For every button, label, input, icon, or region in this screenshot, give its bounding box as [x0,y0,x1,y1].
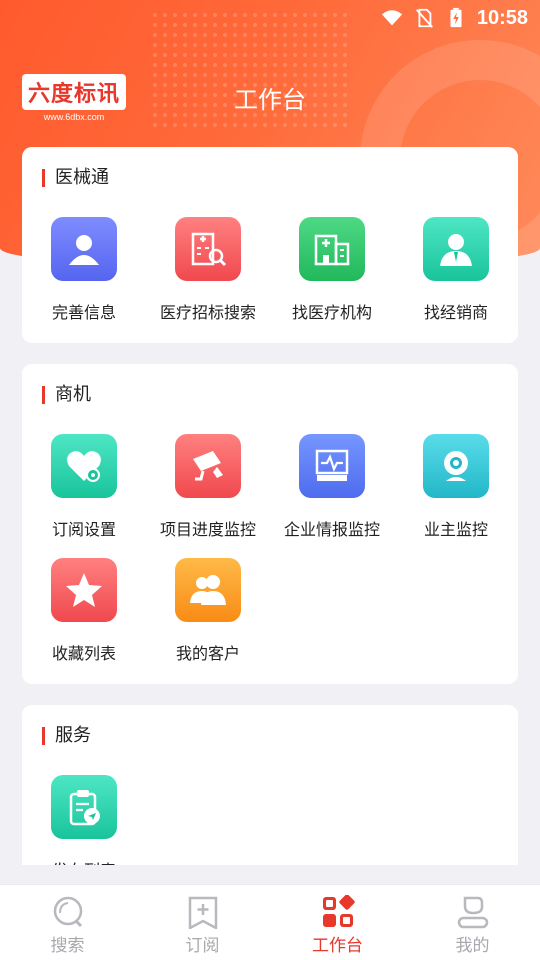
star-icon [66,573,102,607]
heart-settings-icon [67,451,101,482]
page-title: 工作台 [234,86,306,114]
menu-item-find-distributor[interactable]: 找经销商 [394,217,518,337]
section-title: 商机 [42,386,91,404]
menu-item-label: 我的客户 [175,644,240,663]
nav-label: 我的 [455,936,490,956]
no-sim-icon [415,8,433,28]
wifi-icon [381,10,402,26]
cctv-camera-icon [193,451,223,481]
menu-item-my-customers[interactable]: 我的客户 [146,558,270,678]
status-bar: 10:58 [0,0,540,36]
menu-item-label: 发布列表 [22,857,146,865]
menu-item-label: 项目进度监控 [159,520,256,539]
menu-item-label: 医疗招标搜索 [159,303,256,322]
menu-item-label: 收藏列表 [51,644,116,663]
monitor-pulse-icon [315,449,349,481]
webcam-icon [444,451,468,481]
customers-icon [190,575,226,605]
menu-item-label: 企业情报监控 [283,520,380,539]
menu-item-label: 业主监控 [423,520,488,539]
clipboard-send-icon [69,790,100,826]
menu-item-publish-list[interactable]: 发布列表 [22,775,146,865]
menu-item-subscription-settings[interactable]: 订阅设置 [22,434,146,554]
hospital-icon [314,234,350,266]
menu-item-favorites-list[interactable]: 收藏列表 [22,558,146,678]
menu-item-owner-monitor[interactable]: 业主监控 [394,434,518,554]
nav-tab-profile[interactable]: 我的 [405,885,540,960]
app-header: 六度标讯 www.6dbx.com 工作台 [0,62,540,130]
section-card-service: 服务 发布列表 [22,705,518,865]
menu-item-complete-info[interactable]: 完善信息 [22,217,146,337]
search-icon [53,896,82,928]
nav-label: 搜索 [50,936,85,956]
menu-item-medical-bid-search[interactable]: 医疗招标搜索 [146,217,270,337]
menu-item-find-medical-institution[interactable]: 找医疗机构 [270,217,394,337]
subscribe-icon [188,896,217,929]
nav-tab-workbench[interactable]: 工作台 [270,885,405,960]
nav-tab-search[interactable]: 搜索 [0,885,135,960]
status-time: 10:58 [476,6,528,29]
section-card-yixietong: 医械通 完善信息 医疗招标搜索 找医疗机构 找经销商 [22,147,518,343]
nav-tab-subscribe[interactable]: 订阅 [135,885,270,960]
menu-item-label: 找经销商 [423,303,488,322]
menu-item-project-progress-monitor[interactable]: 项目进度监控 [146,434,270,554]
hospital-search-icon [191,232,227,267]
profile-icon [457,896,488,929]
nav-label: 工作台 [312,936,363,956]
user-icon [69,235,99,265]
bottom-navigation: 搜索 订阅 工作台 我的 [0,884,540,960]
section-card-business: 商机 订阅设置 项目进度监控 企业情报监控 业主监控 收藏列表 我的客户 [22,364,518,684]
nav-label: 订阅 [185,936,220,956]
menu-item-label: 订阅设置 [51,520,116,539]
section-title: 医械通 [42,169,109,187]
businessman-icon [440,234,472,266]
section-title: 服务 [42,727,91,745]
menu-item-enterprise-intel-monitor[interactable]: 企业情报监控 [270,434,394,554]
workbench-icon [322,895,355,927]
menu-item-label: 找医疗机构 [291,303,372,322]
battery-charging-icon [450,7,462,28]
menu-item-label: 完善信息 [51,303,116,322]
